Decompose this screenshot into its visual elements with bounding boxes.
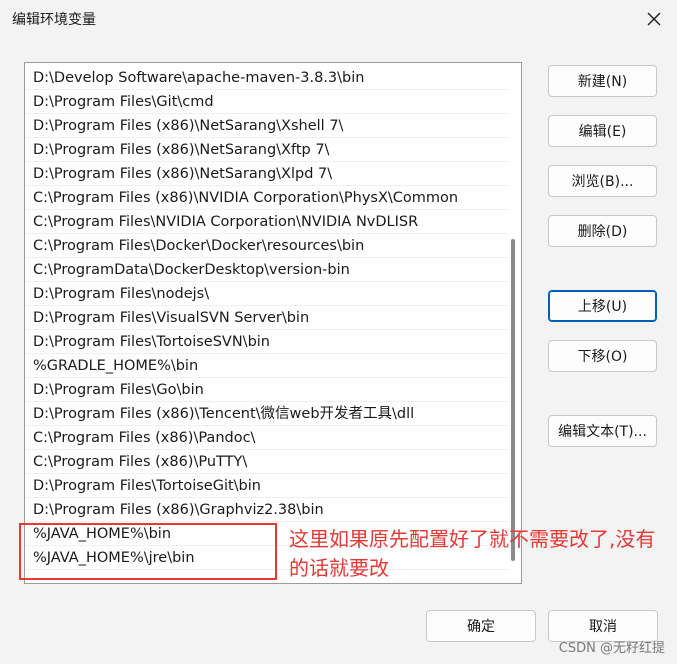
move-up-button[interactable]: 上移(U) xyxy=(548,290,657,322)
path-list: D:\Develop Software\apache-maven-3.8.3\b… xyxy=(25,66,509,570)
path-list-item[interactable]: C:\Program Files (x86)\Pandoc\ xyxy=(25,426,509,450)
path-listbox[interactable]: D:\Develop Software\apache-maven-3.8.3\b… xyxy=(24,62,522,584)
path-list-item[interactable]: D:\Program Files (x86)\NetSarang\Xftp 7\ xyxy=(25,138,509,162)
path-list-item[interactable]: C:\ProgramData\DockerDesktop\version-bin xyxy=(25,258,509,282)
delete-button[interactable]: 删除(D) xyxy=(548,215,657,247)
path-list-item[interactable]: C:\Program Files (x86)\PuTTY\ xyxy=(25,450,509,474)
close-button[interactable] xyxy=(639,4,669,34)
ok-button[interactable]: 确定 xyxy=(426,610,536,642)
path-list-item[interactable]: D:\Program Files\TortoiseGit\bin xyxy=(25,474,509,498)
list-scrollbar[interactable] xyxy=(509,63,517,583)
scrollbar-thumb[interactable] xyxy=(511,239,515,561)
path-list-item[interactable]: D:\Program Files (x86)\NetSarang\Xlpd 7\ xyxy=(25,162,509,186)
path-list-item[interactable]: D:\Program Files\nodejs\ xyxy=(25,282,509,306)
path-list-item[interactable]: D:\Develop Software\apache-maven-3.8.3\b… xyxy=(25,66,509,90)
new-button[interactable]: 新建(N) xyxy=(548,65,657,97)
path-list-item[interactable]: C:\Program Files\Docker\Docker\resources… xyxy=(25,234,509,258)
edit-text-button[interactable]: 编辑文本(T)... xyxy=(548,415,657,447)
browse-button[interactable]: 浏览(B)... xyxy=(548,165,657,197)
path-list-item[interactable]: C:\Program Files (x86)\NVIDIA Corporatio… xyxy=(25,186,509,210)
path-list-item[interactable]: %GRADLE_HOME%\bin xyxy=(25,354,509,378)
path-list-item[interactable]: D:\Program Files (x86)\Tencent\微信web开发者工… xyxy=(25,402,509,426)
annotation-text: 这里如果原先配置好了就不需要改了,没有的话就要改 xyxy=(289,527,656,580)
window-title: 编辑环境变量 xyxy=(12,12,96,28)
title-bar: 编辑环境变量 xyxy=(0,0,677,38)
path-list-item[interactable]: C:\Program Files\NVIDIA Corporation\NVID… xyxy=(25,210,509,234)
path-list-item[interactable]: D:\Program Files (x86)\Graphviz2.38\bin xyxy=(25,498,509,522)
move-down-button[interactable]: 下移(O) xyxy=(548,340,657,372)
path-list-item[interactable]: D:\Program Files\Git\cmd xyxy=(25,90,509,114)
close-icon xyxy=(647,12,661,26)
path-list-item[interactable]: D:\Program Files\Go\bin xyxy=(25,378,509,402)
path-list-item[interactable]: D:\Program Files\VisualSVN Server\bin xyxy=(25,306,509,330)
path-list-item[interactable]: D:\Program Files\TortoiseSVN\bin xyxy=(25,330,509,354)
watermark: CSDN @无籽红提 xyxy=(558,641,665,656)
edit-button[interactable]: 编辑(E) xyxy=(548,115,657,147)
edit-env-var-dialog: 编辑环境变量 D:\Develop Software\apache-maven-… xyxy=(0,0,677,664)
path-list-item[interactable]: D:\Program Files (x86)\NetSarang\Xshell … xyxy=(25,114,509,138)
